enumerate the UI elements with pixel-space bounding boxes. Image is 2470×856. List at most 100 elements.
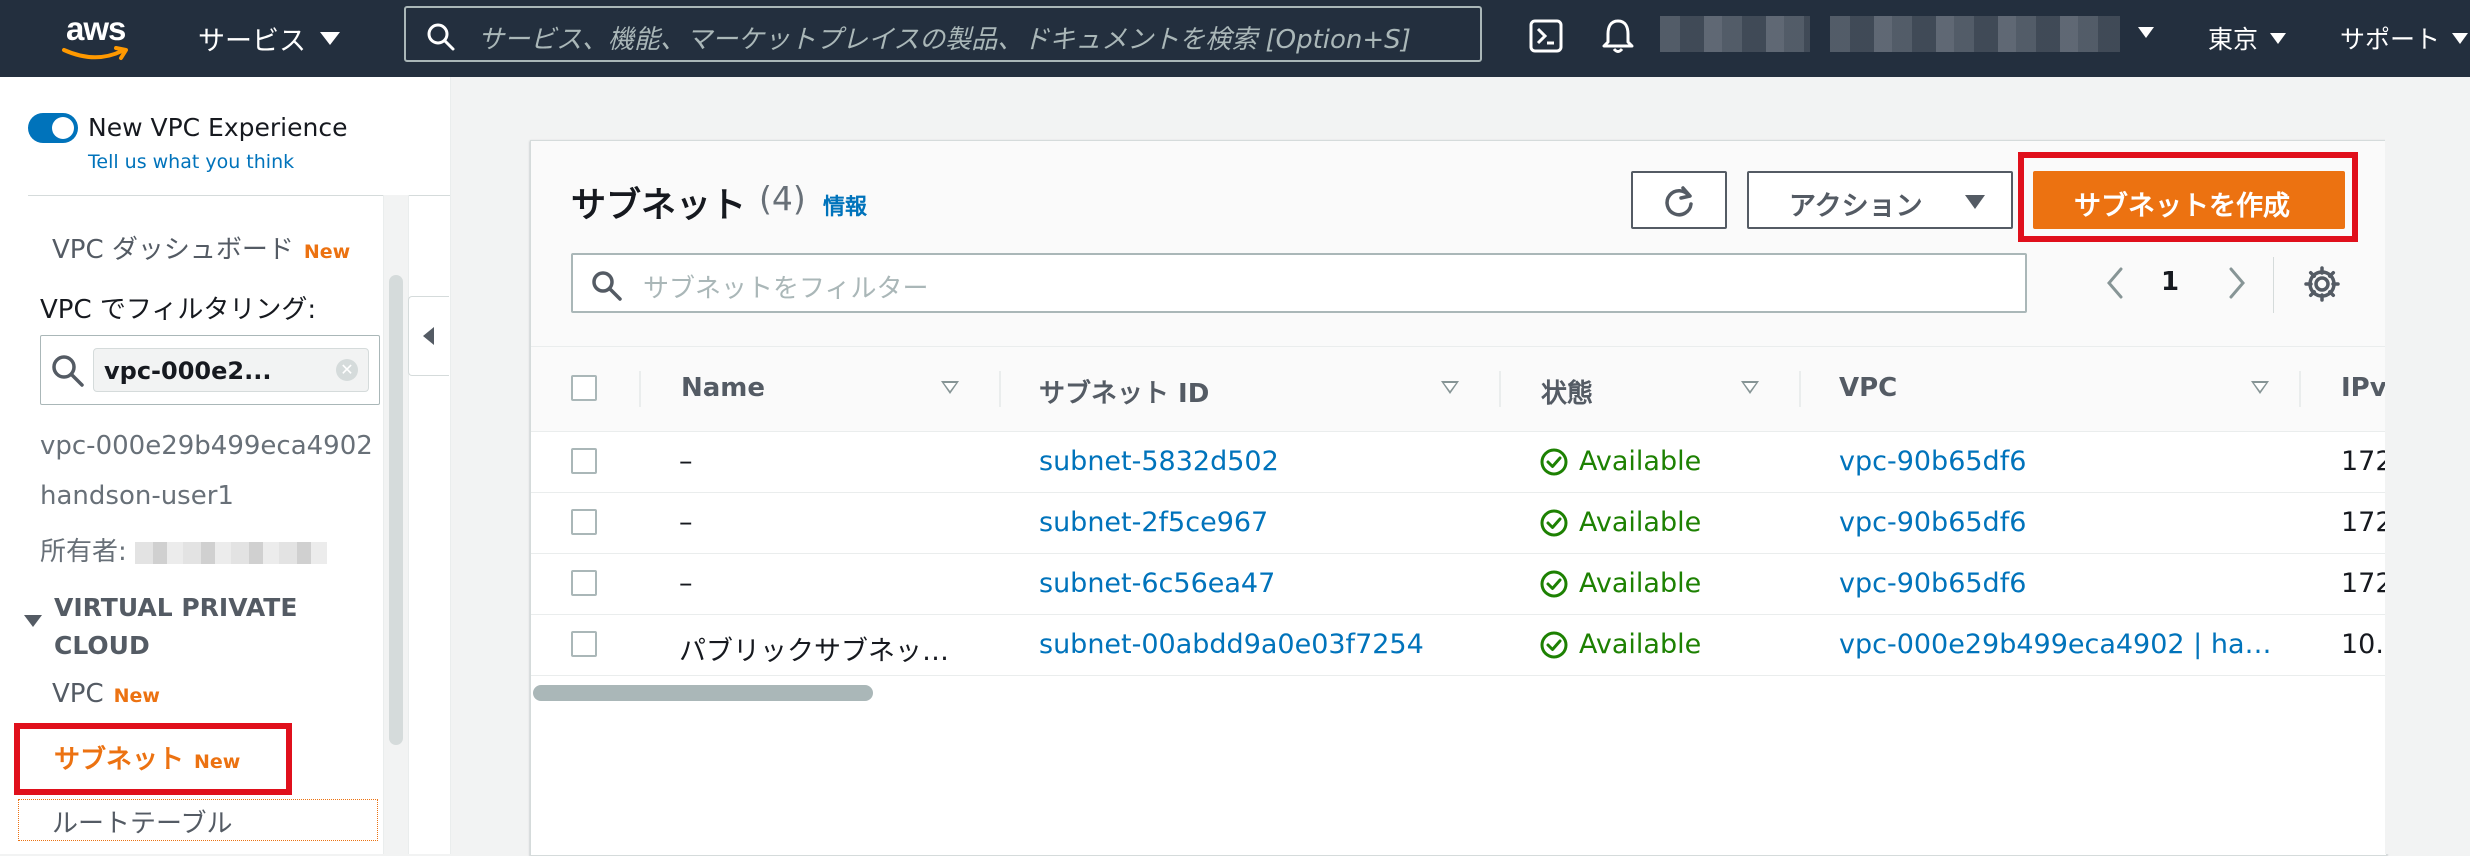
table-row[interactable]: – subnet-5832d502 Available vpc-90b65df6… [531,432,2386,493]
row-checkbox[interactable] [571,509,597,535]
chevron-down-icon [320,32,340,45]
check-circle-icon [1540,631,1568,658]
table-row[interactable]: – subnet-2f5ce967 Available vpc-90b65df6… [531,493,2386,554]
previous-page-icon[interactable] [2101,263,2131,303]
sidebar-item-vpc[interactable]: VPC New [52,679,160,709]
highlight-box-create-subnet [2018,152,2358,242]
section-title-line2: CLOUD [54,631,150,660]
cell-name: パブリックサブネッ… [679,636,949,667]
sidebar-collapse-button[interactable] [408,296,449,376]
selected-vpc-name: handson-user1 [40,481,234,511]
cell-subnet-id-link[interactable]: subnet-2f5ce967 [1039,507,1489,538]
top-navigation: aws サービス サービス、機能、マーケットプレイスの製品、ドキュメントを検索 … [0,0,2470,77]
feedback-link[interactable]: Tell us what you think [88,151,294,173]
cell-vpc-link[interactable]: vpc-90b65df6 [1839,507,2289,538]
check-circle-icon [1540,448,1568,475]
column-header-label: VPC [1839,373,1898,403]
new-badge: New [113,685,160,707]
cell-subnet-id-link[interactable]: subnet-5832d502 [1039,446,1489,477]
search-icon [592,271,622,301]
services-label: サービス [198,26,306,57]
page-title: サブネット [571,186,747,226]
section-virtual-private-cloud[interactable]: VIRTUAL PRIVATE CLOUD [24,589,297,665]
cell-name: – [679,446,693,477]
clear-icon[interactable]: ✕ [336,359,358,381]
cell-vpc-link[interactable]: vpc-90b65df6 [1839,568,2289,599]
sort-icon [1441,381,1459,394]
search-icon [427,23,455,51]
state-label: Available [1579,568,1702,599]
info-link[interactable]: 情報 [823,189,867,221]
bell-icon[interactable] [1600,16,1636,56]
cell-state: Available [1539,446,1789,477]
aws-logo-text: aws [66,10,126,47]
actions-label: アクション [1789,191,1923,222]
owner-redacted [134,541,327,564]
column-header-label: Name [681,373,766,403]
column-header-vpc[interactable]: VPC [1839,347,2339,431]
cell-subnet-id-link[interactable]: subnet-00abdd9a0e03f7254 [1039,629,1489,660]
check-circle-icon [1540,509,1568,536]
sidebar-item-route-tables[interactable]: ルートテーブル [52,803,232,840]
caret-left-icon [423,327,434,345]
column-divider [639,371,641,407]
sidebar-item-label: VPC ダッシュボード [52,235,294,265]
terminal-icon[interactable] [1528,18,1564,54]
select-all-checkbox[interactable] [571,375,597,401]
aws-logo[interactable]: aws [60,10,138,68]
selected-vpc-id: vpc-000e29b499eca4902 [40,431,373,461]
table-row[interactable]: – subnet-6c56ea47 Available vpc-90b65df6… [531,554,2386,615]
cell-subnet-id-link[interactable]: subnet-6c56ea47 [1039,568,1489,599]
state-label: Available [1579,507,1702,538]
new-experience-label: New VPC Experience [88,113,348,142]
column-header-subnet-id[interactable]: サブネット ID [1039,347,1499,431]
table-row[interactable]: パブリックサブネッ… subnet-00abdd9a0e03f7254 Avai… [531,615,2386,676]
cell-ipv4: 172 [2341,568,2386,599]
sidebar-item-label: VPC [52,679,104,709]
filter-placeholder: サブネットをフィルター [643,274,929,304]
cell-vpc-link[interactable]: vpc-90b65df6 [1839,446,2289,477]
vpc-filter-select[interactable]: vpc-000e2... ✕ [40,335,380,405]
vpc-owner: 所有者: [40,531,327,568]
next-page-icon[interactable] [2221,263,2251,303]
check-circle-icon [1540,570,1568,597]
highlight-box-subnets [14,723,292,795]
sidebar-item-dashboard[interactable]: VPC ダッシュボード New [52,229,350,266]
cell-ipv4: 172 [2341,446,2386,477]
global-search-input[interactable]: サービス、機能、マーケットプレイスの製品、ドキュメントを検索 [Option+S… [404,6,1482,62]
sidebar-scrollbar[interactable] [383,195,409,854]
table-header: Name サブネット ID 状態 VPC IPv4 [531,347,2386,432]
support-label: サポート [2340,25,2441,54]
region-selector[interactable]: 東京 [2208,20,2287,56]
gear-icon[interactable] [2303,265,2341,303]
cell-state: Available [1539,629,1789,660]
search-icon [52,355,84,387]
row-checkbox[interactable] [571,570,597,596]
page-number[interactable]: 1 [2161,267,2179,297]
column-divider [999,371,1001,407]
pager-divider [2273,257,2274,313]
cell-vpc-link[interactable]: vpc-000e29b499eca4902 | ha… [1839,629,2289,660]
services-menu[interactable]: サービス [198,19,340,58]
scrollbar-thumb[interactable] [533,685,873,701]
account-id-redacted [1830,16,2120,52]
account-menu-chevron-icon[interactable] [2138,27,2154,38]
new-experience-toggle[interactable] [28,113,78,143]
subnet-filter-input[interactable]: サブネットをフィルター [571,253,2027,313]
column-header-name[interactable]: Name [681,347,1001,431]
cell-name: – [679,568,693,599]
column-header-ipv4[interactable]: IPv4 [2341,347,2386,431]
column-header-label: IPv4 [2341,373,2386,403]
table-horizontal-scrollbar[interactable] [533,679,2384,705]
region-label: 東京 [2208,25,2259,54]
refresh-button[interactable] [1631,171,1727,229]
column-header-state[interactable]: 状態 [1541,347,1801,431]
support-menu[interactable]: サポート [2340,20,2469,56]
scrollbar-thumb[interactable] [389,275,403,745]
subnets-table: Name サブネット ID 状態 VPC IPv4 [531,347,2386,676]
row-checkbox[interactable] [571,631,597,657]
actions-button[interactable]: アクション [1747,171,2013,229]
account-name-redacted [1660,16,1810,52]
row-checkbox[interactable] [571,448,597,474]
smile-arrow-icon [62,46,128,60]
